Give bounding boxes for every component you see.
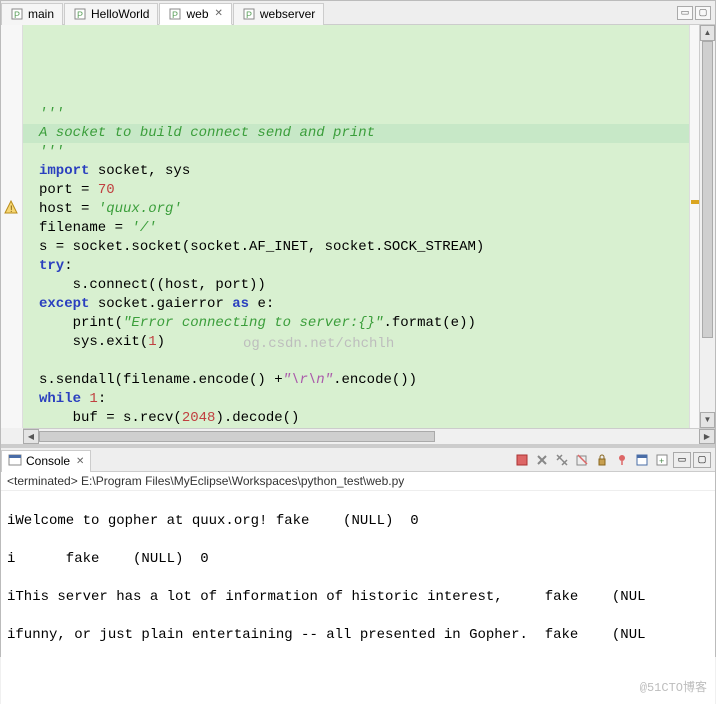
pane-controls: ▭ ▢ [677, 6, 715, 20]
editor-tab-bar: P main P HelloWorld P web ✕ P webserver … [1, 1, 715, 25]
console-output[interactable]: iWelcome to gopher at quux.org! fake (NU… [1, 491, 715, 704]
minimize-button[interactable]: ▭ [677, 6, 693, 20]
tab-label: HelloWorld [91, 7, 149, 21]
scroll-right-arrow[interactable]: ▶ [699, 429, 715, 444]
editor-pane: P main P HelloWorld P web ✕ P webserver … [1, 1, 715, 448]
remove-launch-button[interactable] [533, 452, 551, 468]
minimize-button[interactable]: ▭ [673, 452, 691, 468]
scroll-thumb[interactable] [702, 41, 713, 338]
svg-text:P: P [172, 10, 178, 20]
terminate-button[interactable] [513, 452, 531, 468]
console-pane: Console ✕ + ▭ ▢ <terminated> E:\Program … [1, 448, 715, 704]
display-selected-button[interactable] [633, 452, 651, 468]
remove-all-button[interactable] [553, 452, 571, 468]
scroll-left-arrow[interactable]: ◀ [23, 429, 39, 444]
tab-label: web [186, 7, 208, 21]
tab-main[interactable]: P main [1, 3, 63, 25]
tab-webserver[interactable]: P webserver [233, 3, 324, 25]
code-editor[interactable]: ''' A socket to build connect send and p… [23, 25, 689, 428]
svg-text:P: P [77, 10, 83, 20]
console-icon [8, 453, 22, 470]
scroll-thumb[interactable] [39, 431, 435, 442]
console-status: <terminated> E:\Program Files\MyEclipse\… [1, 472, 715, 491]
footer-watermark: @51CTO博客 [640, 679, 707, 698]
tab-helloworld[interactable]: P HelloWorld [64, 3, 158, 25]
console-tab-label: Console [26, 454, 70, 468]
clear-console-button[interactable] [573, 452, 591, 468]
python-file-icon: P [242, 7, 256, 21]
pin-console-button[interactable] [613, 452, 631, 468]
scroll-lock-button[interactable] [593, 452, 611, 468]
scroll-down-arrow[interactable]: ▼ [700, 412, 715, 428]
gutter[interactable]: ! [1, 25, 23, 428]
tab-label: main [28, 7, 54, 21]
close-icon[interactable]: ✕ [215, 8, 223, 19]
maximize-button[interactable]: ▢ [693, 452, 711, 468]
scroll-up-arrow[interactable]: ▲ [700, 25, 715, 41]
python-file-icon: P [73, 7, 87, 21]
vertical-scrollbar[interactable]: ▲ ▼ [699, 25, 715, 428]
console-toolbar: + ▭ ▢ [513, 452, 715, 468]
warning-icon[interactable]: ! [4, 200, 18, 214]
svg-text:P: P [14, 10, 20, 20]
console-tab-bar: Console ✕ + ▭ ▢ [1, 448, 715, 472]
overview-ruler[interactable] [689, 25, 699, 428]
warning-marker[interactable] [691, 200, 699, 204]
editor-body: ! − ''' A socket to build connect send a… [1, 25, 715, 428]
tab-label: webserver [260, 7, 315, 21]
horizontal-scrollbar[interactable]: ◀ ▶ [23, 428, 715, 444]
python-file-icon: P [10, 7, 24, 21]
tab-web[interactable]: P web ✕ [159, 3, 231, 25]
maximize-button[interactable]: ▢ [695, 6, 711, 20]
console-tab[interactable]: Console ✕ [1, 450, 91, 472]
close-icon[interactable]: ✕ [76, 456, 84, 467]
python-file-icon: P [168, 7, 182, 21]
svg-text:+: + [659, 456, 664, 466]
svg-text:P: P [246, 10, 252, 20]
svg-text:!: ! [10, 204, 13, 214]
open-console-button[interactable]: + [653, 452, 671, 468]
